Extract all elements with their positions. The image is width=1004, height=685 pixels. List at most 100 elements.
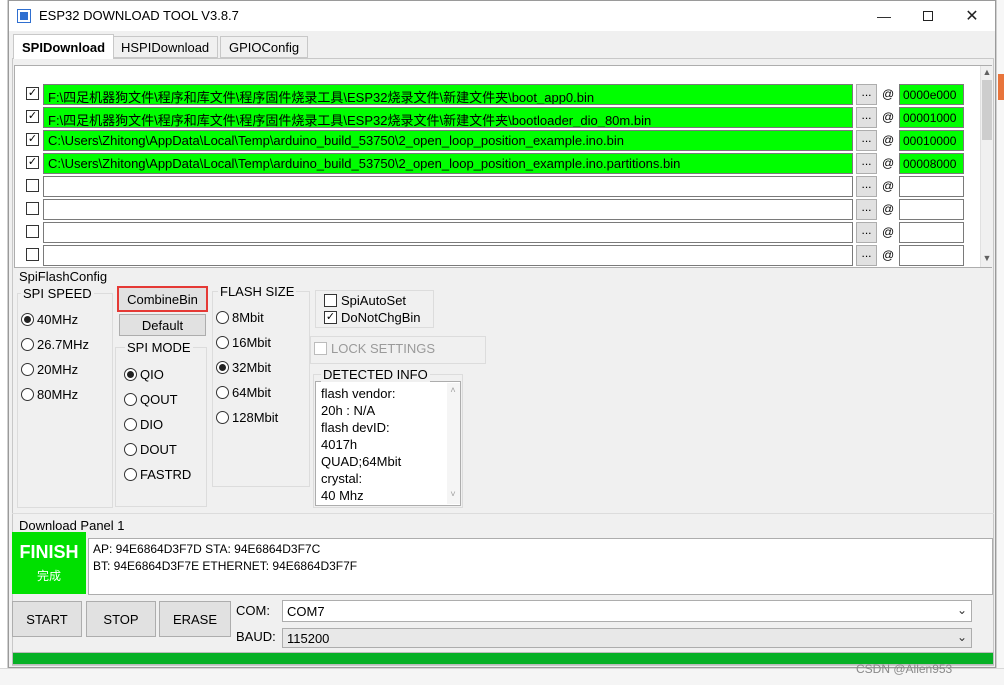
address-input[interactable]: 00010000 — [899, 130, 964, 151]
minimize-button[interactable]: — — [861, 1, 907, 31]
close-icon: ✕ — [965, 8, 979, 25]
browse-button[interactable]: ... — [856, 245, 877, 266]
detected-info-line: crystal: — [321, 471, 363, 486]
scroll-up-icon[interactable]: ▲ — [981, 67, 993, 77]
address-input[interactable] — [899, 222, 964, 243]
address-input[interactable]: 00008000 — [899, 153, 964, 174]
file-path-input[interactable] — [43, 245, 853, 266]
file-row: ... @ — [15, 198, 975, 220]
browse-button[interactable]: ... — [856, 176, 877, 197]
status-text-cn: 完成 — [36, 569, 61, 583]
address-input[interactable] — [899, 245, 964, 266]
radio-icon — [21, 363, 34, 376]
detected-info-box[interactable]: flash vendor: 20h : N/A flash devID: 4017h Q… — [315, 381, 461, 506]
at-label: @ — [882, 133, 895, 147]
file-path-input[interactable]: F:\四足机器狗文件\程序和库文件\程序固件烧录工具\ESP32烧录文件\新建文… — [43, 107, 853, 128]
file-row: ✓ F:\四足机器狗文件\程序和库文件\程序固件烧录工具\ESP32烧录文件\新建… — [15, 106, 975, 128]
file-path-input[interactable]: C:\Users\Zhitong\AppData\Local\Temp\ardu… — [43, 130, 853, 151]
default-button[interactable]: Default — [119, 314, 206, 336]
stop-button[interactable]: STOP — [86, 601, 156, 637]
flash-size-option[interactable]: 64Mbit — [216, 385, 271, 400]
window-title: ESP32 DOWNLOAD TOOL V3.8.7 — [39, 8, 239, 23]
flash-size-option[interactable]: 16Mbit — [216, 335, 271, 350]
spi-mode-option[interactable]: QOUT — [124, 392, 178, 407]
tab-spidownload[interactable]: SPIDownload — [13, 34, 115, 59]
spi-mode-label: SPI MODE — [125, 340, 193, 355]
browse-button[interactable]: ... — [856, 153, 877, 174]
spi-speed-option[interactable]: 26.7MHz — [21, 337, 89, 352]
divider — [12, 513, 994, 514]
file-row: ... @ — [15, 221, 975, 243]
detected-info-line: QUAD;64Mbit — [321, 454, 402, 469]
browse-button[interactable]: ... — [856, 107, 877, 128]
erase-button[interactable]: ERASE — [159, 601, 231, 637]
scroll-down-icon[interactable]: ▼ — [981, 253, 993, 263]
chevron-down-icon: ⌄ — [956, 603, 967, 617]
file-row: ✓ C:\Users\Zhitong\AppData\Local\Temp\ard… — [15, 129, 975, 151]
radio-icon — [21, 338, 34, 351]
file-row: ... @ — [15, 175, 975, 197]
spi-flash-config-label: SpiFlashConfig — [17, 269, 110, 284]
flash-size-option[interactable]: 8Mbit — [216, 310, 264, 325]
file-list-scrollbar[interactable]: ▲ ▼ — [980, 66, 992, 267]
radio-icon — [216, 361, 229, 374]
file-row-checkbox[interactable] — [26, 179, 39, 192]
spi-speed-option[interactable]: 80MHz — [21, 387, 78, 402]
detected-info-scrollbar[interactable]: ˄ ˅ — [447, 383, 460, 504]
tab-hspidownload[interactable]: HSPIDownload — [112, 36, 219, 58]
spi-mode-option[interactable]: DOUT — [124, 442, 177, 457]
app-icon — [17, 9, 31, 23]
baud-label: BAUD: — [236, 629, 276, 644]
baud-select[interactable]: 115200 ⌄ — [282, 628, 972, 648]
file-path-input[interactable]: C:\Users\Zhitong\AppData\Local\Temp\ardu… — [43, 153, 853, 174]
flash-size-option[interactable]: 128Mbit — [216, 410, 278, 425]
start-button[interactable]: START — [12, 601, 82, 637]
detected-info-line: 20h : N/A — [321, 403, 376, 418]
spi-speed-option[interactable]: 20MHz — [21, 362, 78, 377]
maximize-button[interactable] — [905, 1, 951, 31]
tab-gpioconfig[interactable]: GPIOConfig — [220, 36, 309, 58]
title-bar[interactable]: ESP32 DOWNLOAD TOOL V3.8.7 — ✕ — [9, 1, 995, 31]
file-path-input[interactable] — [43, 199, 853, 220]
spi-autoset-checkbox[interactable]: SpiAutoSet — [324, 293, 406, 308]
browse-button[interactable]: ... — [856, 222, 877, 243]
address-input[interactable] — [899, 199, 964, 220]
file-row-checkbox[interactable] — [26, 202, 39, 215]
file-row-checkbox[interactable] — [26, 225, 39, 238]
browse-button[interactable]: ... — [856, 130, 877, 151]
file-row-checkbox[interactable] — [26, 248, 39, 261]
spi-mode-option[interactable]: QIO — [124, 367, 164, 382]
flash-size-option[interactable]: 32Mbit — [216, 360, 271, 375]
radio-icon — [124, 468, 137, 481]
file-row-checkbox[interactable]: ✓ — [26, 110, 39, 123]
scrollbar-thumb[interactable] — [982, 80, 992, 140]
spi-speed-option[interactable]: 40MHz — [21, 312, 78, 327]
spi-mode-option[interactable]: DIO — [124, 417, 163, 432]
radio-icon — [21, 388, 34, 401]
detected-info-line: flash vendor: — [321, 386, 396, 401]
chevron-down-icon: ⌄ — [956, 630, 967, 644]
spi-mode-option[interactable]: FASTRD — [124, 467, 191, 482]
file-row-checkbox[interactable]: ✓ — [26, 156, 39, 169]
at-label: @ — [882, 87, 895, 101]
combine-bin-button[interactable]: CombineBin — [117, 286, 208, 312]
radio-icon — [21, 313, 34, 326]
file-row-checkbox[interactable]: ✓ — [26, 133, 39, 146]
log-output[interactable]: AP: 94E6864D3F7D STA: 94E6864D3F7C BT: 9… — [88, 538, 993, 595]
address-input[interactable] — [899, 176, 964, 197]
detected-info-line: flash devID: — [321, 420, 390, 435]
scroll-up-icon[interactable]: ˄ — [447, 385, 459, 395]
browse-button[interactable]: ... — [856, 84, 877, 105]
do-not-chg-bin-checkbox[interactable]: ✓ DoNotChgBin — [324, 310, 421, 325]
browse-button[interactable]: ... — [856, 199, 877, 220]
maximize-icon — [923, 11, 933, 21]
file-path-input[interactable] — [43, 176, 853, 197]
address-input[interactable]: 0000e000 — [899, 84, 964, 105]
close-button[interactable]: ✕ — [949, 1, 995, 31]
file-row-checkbox[interactable]: ✓ — [26, 87, 39, 100]
address-input[interactable]: 00001000 — [899, 107, 964, 128]
file-path-input[interactable] — [43, 222, 853, 243]
com-select[interactable]: COM7 ⌄ — [282, 600, 972, 622]
file-path-input[interactable]: F:\四足机器狗文件\程序和库文件\程序固件烧录工具\ESP32烧录文件\新建文… — [43, 84, 853, 105]
scroll-down-icon[interactable]: ˅ — [447, 489, 459, 499]
